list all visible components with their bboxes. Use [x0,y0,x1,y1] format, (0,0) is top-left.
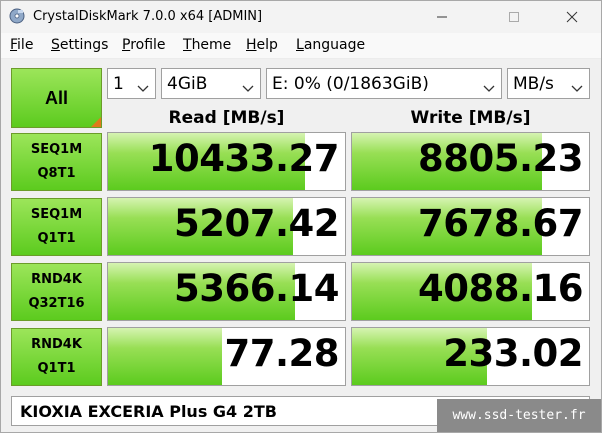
menu-settings[interactable]: Settings [51,37,108,53]
test-params: Q1T1 [37,231,76,246]
menu-language[interactable]: Language [296,37,365,53]
test-size-select[interactable]: 4GiB [161,68,261,99]
unit-value: MB/s [513,73,554,94]
write-value: 8805.23 [417,137,584,180]
all-label: All [44,87,68,108]
read-result: 5207.42 [107,197,346,256]
write-result: 8805.23 [351,132,590,191]
minimize-icon [436,11,448,23]
read-result: 5366.14 [107,262,346,321]
read-value: 5366.14 [173,267,340,310]
read-result: 77.28 [107,327,346,386]
test-button-rnd4k-q32t16[interactable]: RND4K Q32T16 [11,263,102,321]
write-value: 233.02 [443,332,583,375]
test-button-rnd4k-q1t1[interactable]: RND4K Q1T1 [11,328,102,386]
test-name: SEQ1M [30,142,83,157]
window-title: CrystalDiskMark 7.0.0 x64 [ADMIN] [33,9,263,24]
write-value: 7678.67 [417,202,584,245]
test-count-select[interactable]: 1 [107,68,156,99]
test-params: Q1T1 [37,361,76,376]
menu-help[interactable]: Help [246,37,278,53]
test-count-value: 1 [113,73,124,94]
app-disk-icon [9,8,25,24]
test-button-seq1m-q8t1[interactable]: SEQ1M Q8T1 [11,133,102,191]
drive-value: E: 0% (0/1863GiB) [272,73,429,94]
read-value: 10433.27 [148,137,340,180]
test-name: SEQ1M [30,207,83,222]
close-icon [566,11,578,23]
read-bar [108,328,222,385]
write-result: 7678.67 [351,197,590,256]
all-button[interactable]: All [11,68,102,128]
write-value: 4088.16 [417,267,584,310]
minimize-button[interactable] [419,1,465,33]
test-size-value: 4GiB [167,73,208,94]
close-button[interactable] [549,1,595,33]
title-bar: CrystalDiskMark 7.0.0 x64 [ADMIN] [1,1,601,33]
test-params: Q32T16 [28,296,85,311]
watermark: www.ssd-tester.fr [437,399,601,432]
unit-select[interactable]: MB/s [507,68,590,99]
menu-bar: File Settings Profile Theme Help Languag… [1,33,601,59]
test-button-seq1m-q1t1[interactable]: SEQ1M Q1T1 [11,198,102,256]
app-window: CrystalDiskMark 7.0.0 x64 [ADMIN] File S… [0,0,602,433]
read-value: 5207.42 [173,202,340,245]
read-value: 77.28 [224,332,339,375]
menu-theme[interactable]: Theme [183,37,231,53]
test-name: RND4K [31,272,82,287]
chevron-down-icon [242,79,254,99]
chevron-down-icon [571,79,583,99]
test-params: Q8T1 [37,166,76,181]
write-column-header: Write [MB/s] [410,108,531,128]
test-name: RND4K [31,337,82,352]
menu-file[interactable]: File [10,37,33,53]
read-result: 10433.27 [107,132,346,191]
chevron-down-icon [137,79,149,99]
chevron-down-icon [483,79,495,99]
corner-marker-icon [91,117,101,127]
write-result: 4088.16 [351,262,590,321]
comment-text: KIOXIA EXCERIA Plus G4 2TB [20,401,277,421]
read-column-header: Read [MB/s] [168,108,285,128]
menu-profile[interactable]: Profile [122,37,166,53]
drive-select[interactable]: E: 0% (0/1863GiB) [266,68,502,99]
maximize-icon [508,11,520,23]
maximize-button[interactable] [491,1,537,33]
write-result: 233.02 [351,327,590,386]
